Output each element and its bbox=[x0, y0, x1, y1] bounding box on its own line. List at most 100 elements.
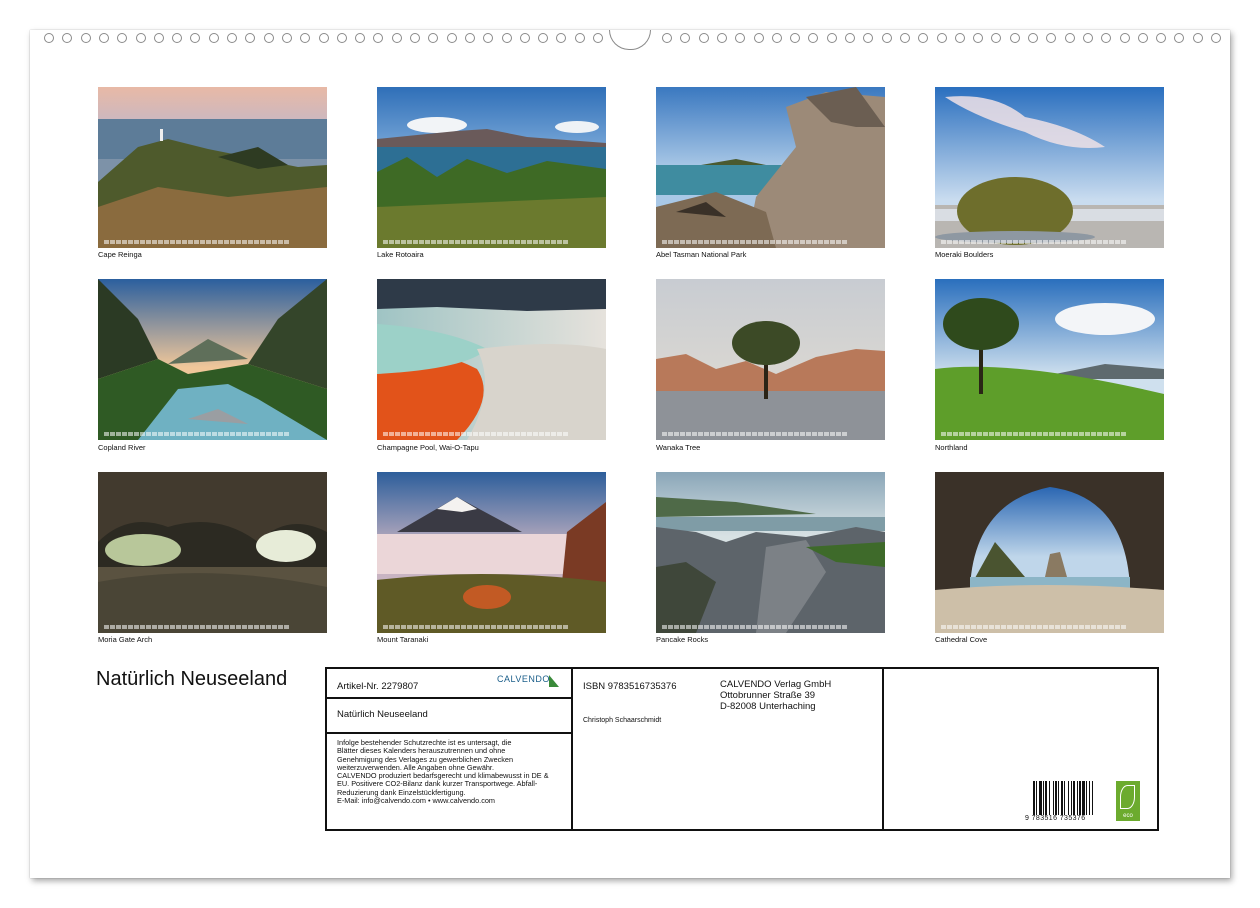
barcode-bar bbox=[1068, 781, 1069, 815]
photo-moria-gate-arch bbox=[98, 472, 327, 633]
date-tick bbox=[182, 625, 187, 629]
binding-ring bbox=[263, 33, 274, 43]
date-tick bbox=[1025, 625, 1030, 629]
date-tick bbox=[1025, 240, 1030, 244]
eco-label: eco bbox=[1123, 813, 1133, 819]
date-tick bbox=[812, 240, 817, 244]
photo-caption: Moria Gate Arch bbox=[98, 635, 153, 644]
date-tick bbox=[965, 432, 970, 436]
date-tick bbox=[740, 432, 745, 436]
date-tick bbox=[461, 240, 466, 244]
binding-ring bbox=[135, 33, 146, 43]
date-tick bbox=[395, 240, 400, 244]
date-tick bbox=[1091, 625, 1096, 629]
date-tick bbox=[959, 432, 964, 436]
legal-notice: Infolge bestehender Schutzrechte ist es … bbox=[337, 738, 569, 805]
binding-ring bbox=[208, 33, 219, 43]
date-tick bbox=[266, 432, 271, 436]
date-tick bbox=[485, 625, 490, 629]
binding-ring bbox=[556, 33, 567, 43]
date-tick bbox=[806, 625, 811, 629]
binding-ring bbox=[881, 33, 892, 43]
date-tick bbox=[401, 432, 406, 436]
date-tick bbox=[455, 432, 460, 436]
date-tick bbox=[176, 625, 181, 629]
date-tick bbox=[206, 240, 211, 244]
date-tick bbox=[686, 240, 691, 244]
date-tick bbox=[164, 625, 169, 629]
date-tick bbox=[146, 432, 151, 436]
date-tick bbox=[182, 240, 187, 244]
date-tick bbox=[722, 240, 727, 244]
date-tick bbox=[842, 625, 847, 629]
date-tick bbox=[1019, 625, 1024, 629]
date-tick bbox=[563, 240, 568, 244]
date-tick bbox=[266, 240, 271, 244]
binding-ring bbox=[281, 33, 292, 43]
date-strip bbox=[98, 432, 327, 436]
date-tick bbox=[479, 625, 484, 629]
date-tick bbox=[104, 240, 109, 244]
photo-caption: Lake Rotoaira bbox=[377, 250, 424, 259]
date-tick bbox=[728, 432, 733, 436]
date-tick bbox=[212, 240, 217, 244]
photo-caption: Copland River bbox=[98, 443, 146, 452]
date-tick bbox=[1103, 240, 1108, 244]
date-tick bbox=[266, 625, 271, 629]
date-tick bbox=[206, 432, 211, 436]
photo-caption: Cathedral Cove bbox=[935, 635, 988, 644]
author: Christoph Schaarschmidt bbox=[583, 717, 662, 724]
binding-ring bbox=[863, 33, 874, 43]
date-tick bbox=[758, 625, 763, 629]
date-tick bbox=[539, 432, 544, 436]
date-tick bbox=[284, 240, 289, 244]
binding-ring bbox=[373, 33, 384, 43]
binding-ring bbox=[446, 33, 457, 43]
photo-champagne-pool bbox=[377, 279, 606, 440]
date-tick bbox=[668, 432, 673, 436]
date-tick bbox=[503, 432, 508, 436]
date-tick bbox=[947, 625, 952, 629]
date-tick bbox=[200, 432, 205, 436]
date-tick bbox=[1043, 432, 1048, 436]
binding-ring bbox=[1211, 33, 1221, 43]
photo-moeraki-boulders bbox=[935, 87, 1164, 248]
date-tick bbox=[431, 240, 436, 244]
date-tick bbox=[686, 432, 691, 436]
date-tick bbox=[443, 625, 448, 629]
date-tick bbox=[746, 625, 751, 629]
date-tick bbox=[1061, 240, 1066, 244]
date-tick bbox=[278, 432, 283, 436]
barcode-bar bbox=[1039, 781, 1042, 815]
date-tick bbox=[1067, 432, 1072, 436]
date-tick bbox=[527, 240, 532, 244]
binding-ring bbox=[973, 33, 984, 43]
date-tick bbox=[788, 625, 793, 629]
date-tick bbox=[128, 625, 133, 629]
date-tick bbox=[716, 432, 721, 436]
date-tick bbox=[995, 432, 1000, 436]
date-tick bbox=[764, 625, 769, 629]
barcode-bar bbox=[1071, 781, 1072, 815]
date-tick bbox=[812, 625, 817, 629]
date-tick bbox=[1085, 240, 1090, 244]
date-tick bbox=[218, 625, 223, 629]
date-tick bbox=[692, 432, 697, 436]
date-tick bbox=[431, 625, 436, 629]
date-tick bbox=[824, 432, 829, 436]
date-tick bbox=[200, 240, 205, 244]
date-tick bbox=[1013, 432, 1018, 436]
date-tick bbox=[419, 240, 424, 244]
date-tick bbox=[674, 625, 679, 629]
date-tick bbox=[413, 240, 418, 244]
date-tick bbox=[1001, 240, 1006, 244]
date-tick bbox=[728, 625, 733, 629]
date-tick bbox=[959, 625, 964, 629]
divider bbox=[327, 697, 571, 699]
date-tick bbox=[1061, 625, 1066, 629]
date-tick bbox=[704, 240, 709, 244]
binding-ring bbox=[698, 33, 709, 43]
date-tick bbox=[473, 240, 478, 244]
date-tick bbox=[521, 625, 526, 629]
date-tick bbox=[662, 432, 667, 436]
